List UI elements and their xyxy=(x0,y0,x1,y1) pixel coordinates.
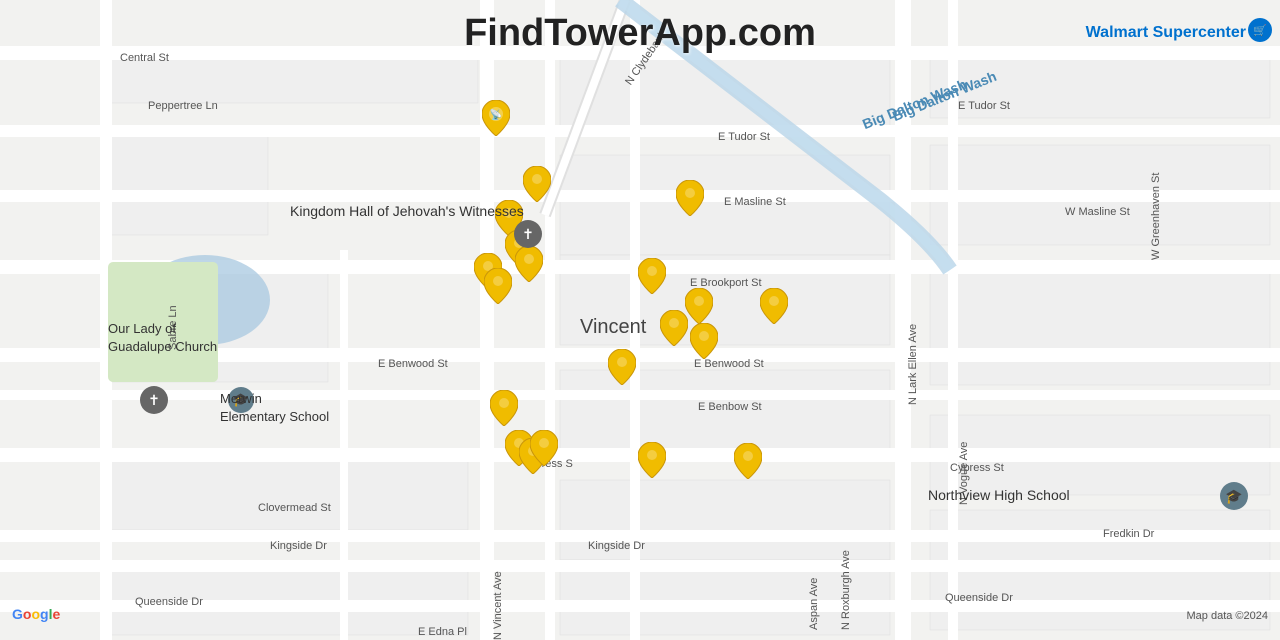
street-kingside-dr-l: Kingside Dr xyxy=(270,540,327,552)
street-clovermead-st: Clovermead St xyxy=(258,502,331,514)
street-e-tudor-st: E Tudor St xyxy=(718,131,770,143)
tower-pin-1[interactable]: 📡 xyxy=(482,100,510,136)
street-peppertree-ln: Peppertree Ln xyxy=(148,100,218,112)
our-lady-label[interactable]: Our Lady ofGuadalupe Church xyxy=(108,320,217,355)
walmart-label[interactable]: Walmart Supercenter xyxy=(1086,24,1246,42)
street-e-tudor-st-r: E Tudor St xyxy=(958,100,1010,112)
google-logo: Google xyxy=(12,606,60,622)
street-e-benbow-st: E Benbow St xyxy=(698,401,762,413)
our-lady-marker[interactable]: ✝ xyxy=(140,386,168,414)
tower-pin-16[interactable] xyxy=(690,323,718,359)
street-n-vogue-ave: N Vogue Ave xyxy=(958,355,970,505)
svg-text:📡: 📡 xyxy=(490,108,503,121)
tower-pin-2[interactable] xyxy=(523,166,551,202)
street-e-benwood-st-r: E Benwood St xyxy=(694,358,764,370)
street-w-masline-st: W Masline St xyxy=(1065,206,1130,218)
tower-pin-5[interactable] xyxy=(515,246,543,282)
map-container: Central St Peppertree Ln E Tudor St E Tu… xyxy=(0,0,1280,640)
street-w-greenhaven-st: W Greenhaven St xyxy=(1150,120,1162,260)
tower-pin-13[interactable] xyxy=(638,442,666,478)
street-e-edna-pl: E Edna Pl xyxy=(418,626,467,638)
walmart-icon[interactable]: 🛒 xyxy=(1248,18,1272,42)
tower-pin-11[interactable] xyxy=(530,430,558,466)
vincent-label: Vincent xyxy=(580,316,646,339)
street-aspan-ave: Aspan Ave xyxy=(808,480,820,630)
street-n-roxburgh-ave: N Roxburgh Ave xyxy=(840,480,852,630)
tower-pin-14[interactable] xyxy=(638,258,666,294)
tower-pin-17[interactable] xyxy=(685,288,713,324)
street-n-vincent-ave: N Vincent Ave xyxy=(492,460,504,640)
tower-pin-20[interactable] xyxy=(760,288,788,324)
street-kingside-dr-r: Kingside Dr xyxy=(588,540,645,552)
northview-high-label[interactable]: Northview High School xyxy=(928,486,1070,505)
northview-high-marker[interactable]: 🎓 xyxy=(1220,482,1248,510)
tower-pin-19[interactable] xyxy=(734,443,762,479)
app-title: FindTowerApp.com xyxy=(464,12,816,55)
street-central-st: Central St xyxy=(120,52,169,64)
tower-pin-12[interactable] xyxy=(608,349,636,385)
street-queenside-dr-r: Queenside Dr xyxy=(945,592,1013,604)
tower-pin-15[interactable] xyxy=(660,310,688,346)
tower-pin-7[interactable] xyxy=(484,268,512,304)
merwin-school-label[interactable]: MerwinElementary School xyxy=(220,390,329,425)
street-fredkin-dr: Fredkin Dr xyxy=(1103,528,1154,540)
kingdom-hall-label[interactable]: Kingdom Hall of Jehovah's Witnesses xyxy=(290,202,524,221)
street-e-masline-st: E Masline St xyxy=(724,196,786,208)
tower-pin-8[interactable] xyxy=(490,390,518,426)
map-data-label: Map data ©2024 xyxy=(1187,610,1269,622)
street-e-benwood-st-l: E Benwood St xyxy=(378,358,448,370)
street-queenside-dr: Queenside Dr xyxy=(135,596,203,608)
kingdom-hall-marker[interactable]: ✝ xyxy=(514,220,542,248)
tower-pin-18[interactable] xyxy=(676,180,704,216)
street-n-lark-ellen-ave: N Lark Ellen Ave xyxy=(907,155,919,405)
